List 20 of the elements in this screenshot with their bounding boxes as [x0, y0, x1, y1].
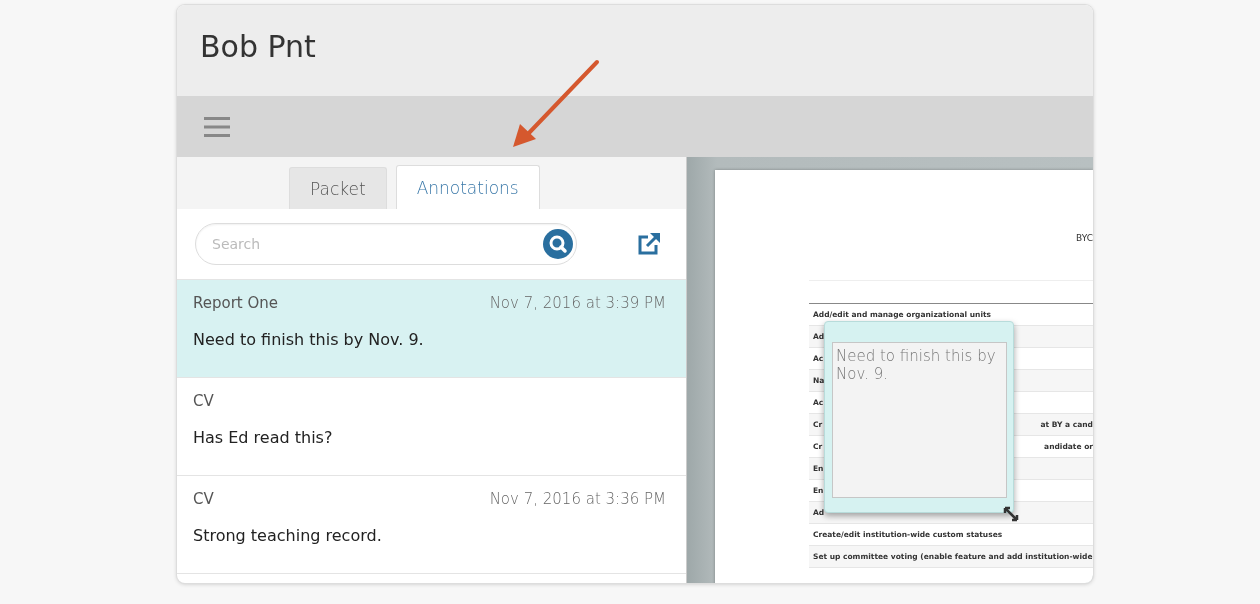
annotation-text: Has Ed read this? [193, 428, 334, 447]
document-heading: BYC [1076, 233, 1093, 243]
annotation-item[interactable]: CV Nov 7, 2016 at 3:36 PM Strong teaching record. [177, 476, 686, 574]
resize-icon[interactable] [1003, 506, 1019, 522]
annotation-item[interactable]: Report One Nov 7, 2016 at 3:39 PM Need to finish this by Nov. 9. [177, 280, 686, 378]
annotation-date: Nov 7, 2016 at 3:39 PM [489, 294, 666, 312]
annotation-text: Strong teaching record. [193, 526, 383, 545]
annotation-date: Nov 7, 2016 at 3:36 PM [489, 490, 666, 508]
page-title: Bob Pnt [200, 29, 316, 64]
search-field[interactable]: Search [195, 223, 577, 265]
tab[interactable]: Packet [289, 167, 387, 209]
annotation-source: CV [193, 392, 214, 410]
annotation-item[interactable]: CV Has Ed read this? [177, 378, 686, 476]
search-icon[interactable] [543, 229, 573, 259]
tab[interactable]: Annotations [395, 165, 540, 209]
annotation-text: Need to finish this by Nov. 9. [193, 330, 425, 349]
annotation-source: Report One [193, 294, 279, 312]
note-field[interactable]: Need to finish this by Nov. 9. [832, 342, 1007, 498]
annotation-source: CV [193, 490, 214, 508]
external-link-icon[interactable] [637, 232, 661, 256]
